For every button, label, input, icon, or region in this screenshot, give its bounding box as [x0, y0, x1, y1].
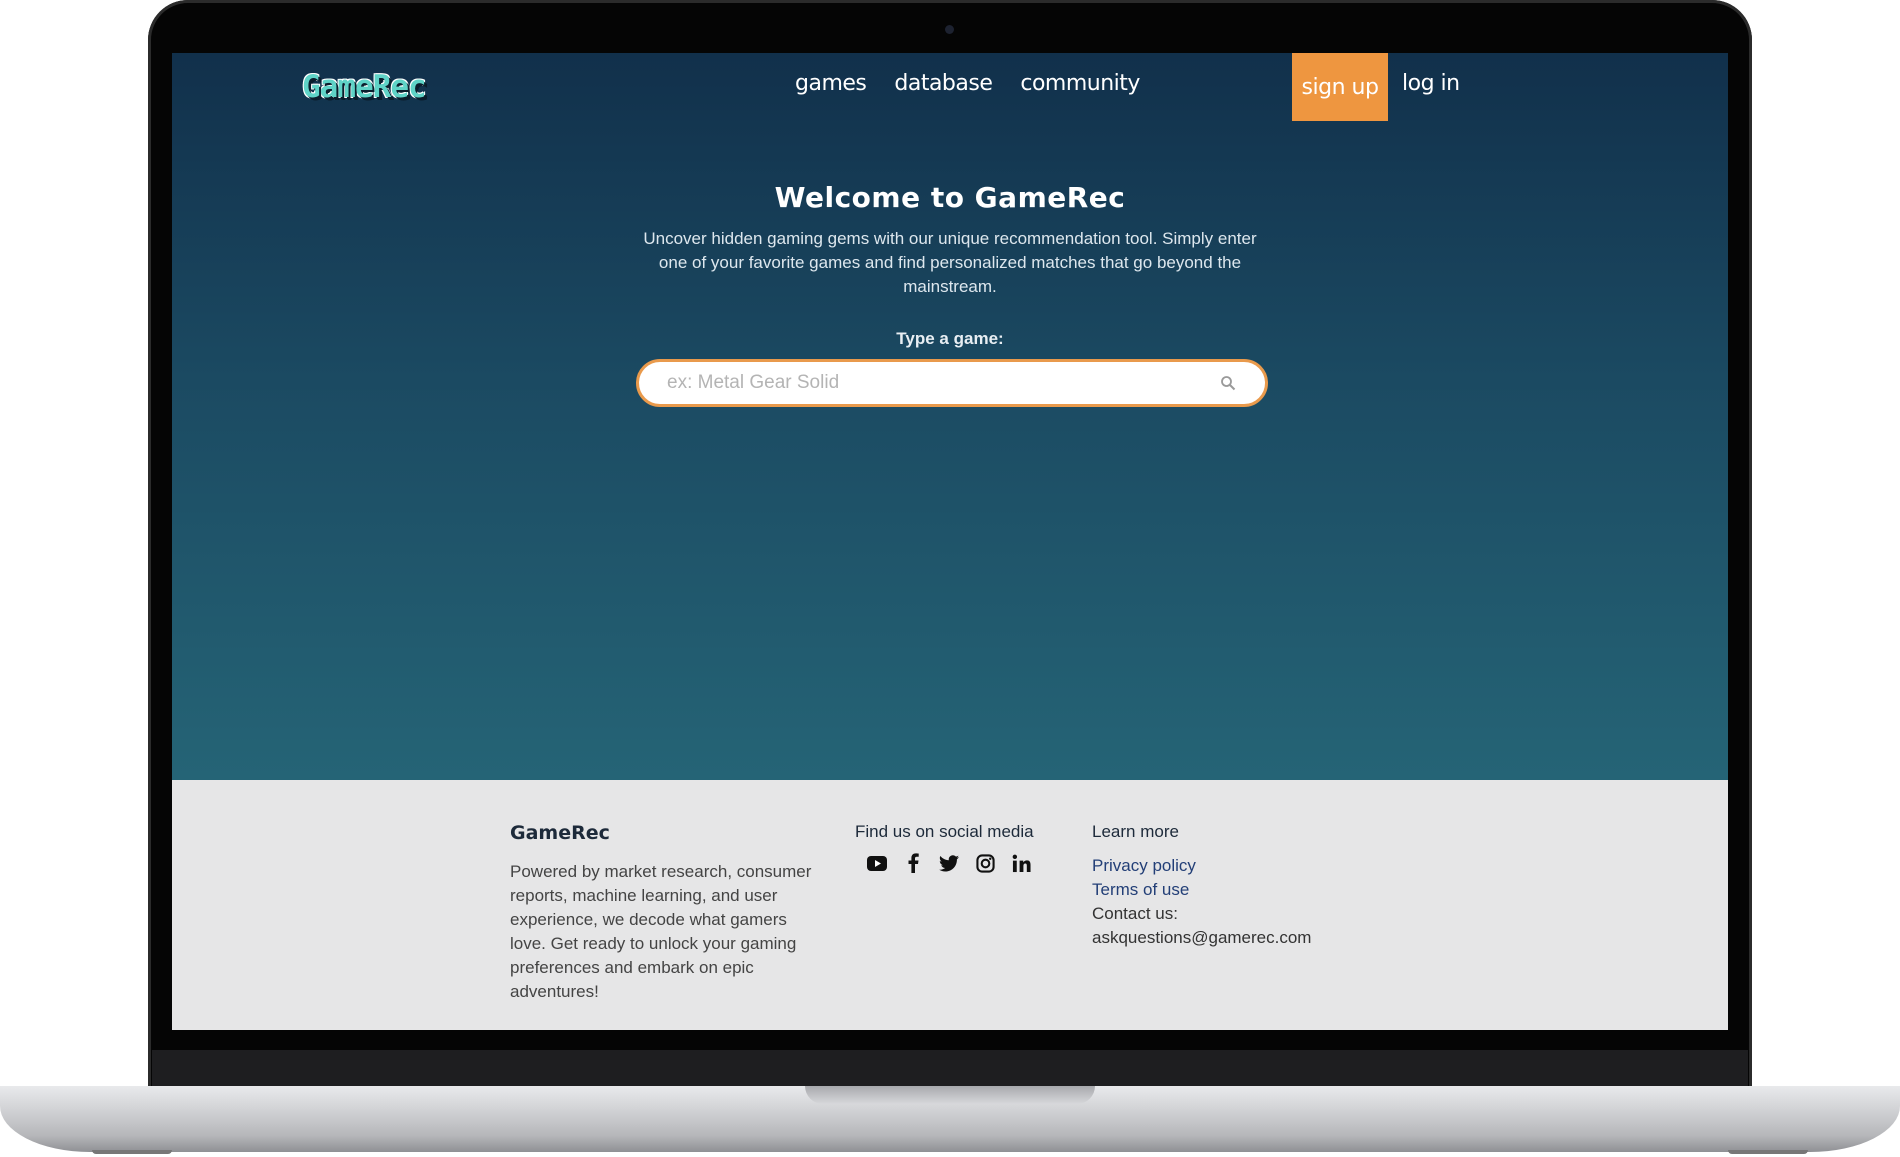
- laptop-camera: [945, 25, 954, 34]
- contact-label: Contact us:: [1092, 904, 1178, 923]
- learn-more-title: Learn more: [1092, 822, 1179, 841]
- page-title: Welcome to GameRec: [774, 181, 1126, 214]
- hero-section: GameRec games database community sign up…: [172, 53, 1728, 780]
- nav-database[interactable]: database: [894, 71, 993, 96]
- laptop-foot-left: [92, 1150, 172, 1154]
- privacy-policy-link[interactable]: Privacy policy: [1092, 854, 1311, 878]
- social-icons: [866, 852, 1032, 874]
- footer-links: Privacy policy Terms of use Contact us: …: [1092, 854, 1311, 950]
- search-input[interactable]: [665, 371, 1213, 395]
- nav-community[interactable]: community: [1020, 71, 1140, 96]
- login-link[interactable]: log in: [1402, 71, 1460, 96]
- site-logo[interactable]: GameRec: [302, 69, 427, 105]
- instagram-icon[interactable]: [974, 852, 996, 874]
- nav-games[interactable]: games: [795, 71, 867, 96]
- footer-description: Powered by market research, consumer rep…: [510, 862, 812, 1001]
- terms-of-use-link[interactable]: Terms of use: [1092, 878, 1311, 902]
- signup-button[interactable]: sign up: [1292, 53, 1388, 121]
- footer-brand: GameRec: [510, 822, 610, 844]
- linkedin-icon[interactable]: [1010, 852, 1032, 874]
- search-label: Type a game:: [896, 329, 1004, 348]
- search-icon[interactable]: [1213, 368, 1243, 398]
- main-nav: games database community: [795, 71, 1140, 96]
- twitter-icon[interactable]: [938, 852, 960, 874]
- browser-viewport: GameRec games database community sign up…: [172, 53, 1728, 1030]
- laptop-foot-right: [1728, 1150, 1808, 1154]
- youtube-icon[interactable]: [866, 852, 888, 874]
- search-box[interactable]: [636, 359, 1268, 407]
- laptop-notch: [805, 1086, 1095, 1104]
- facebook-icon[interactable]: [902, 852, 924, 874]
- site-footer: GameRec Powered by market research, cons…: [172, 780, 1728, 1030]
- social-title: Find us on social media: [855, 822, 1034, 841]
- intro-text: Uncover hidden gaming gems with our uniq…: [643, 229, 1257, 296]
- contact-email: askquestions@gamerec.com: [1092, 928, 1312, 947]
